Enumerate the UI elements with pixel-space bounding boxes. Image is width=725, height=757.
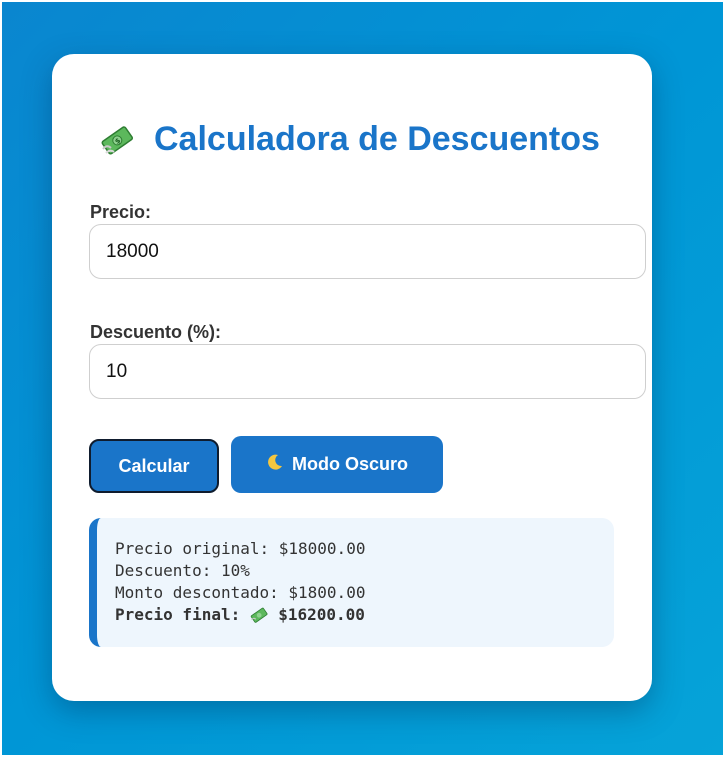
title-text: Calculadora de Descuentos [154,120,600,158]
original-price-line: Precio original: $18000.00 [115,539,366,558]
page-title: $ Calculadora de Descuentos [100,120,600,159]
moon-icon [266,453,284,476]
calculator-card: $ Calculadora de Descuentos Precio: Desc… [52,54,652,701]
money-with-wings-icon [250,606,268,624]
discount-amount-line: Monto descontado: $1800.00 [115,583,366,602]
discount-label: Descuento (%): [90,322,222,342]
dark-mode-button-label: Modo Oscuro [292,454,408,474]
price-label: Precio: [90,202,152,222]
final-price-value: $16200.00 [278,605,365,624]
dark-mode-button[interactable]: Modo Oscuro [231,436,443,493]
money-with-wings-icon: $ [100,123,134,157]
discount-line: Descuento: 10% [115,561,250,580]
calculate-button-label: Calcular [118,455,190,476]
result-panel: Precio original: $18000.00 Descuento: 10… [89,518,614,647]
discount-input[interactable] [89,344,646,399]
final-price-label: Precio final: [115,605,241,624]
calculate-button[interactable]: Calcular [89,439,219,493]
page-background: $ Calculadora de Descuentos Precio: Desc… [2,2,723,755]
final-price-line: Precio final: $16200.00 [115,604,596,626]
price-input[interactable] [89,224,646,279]
